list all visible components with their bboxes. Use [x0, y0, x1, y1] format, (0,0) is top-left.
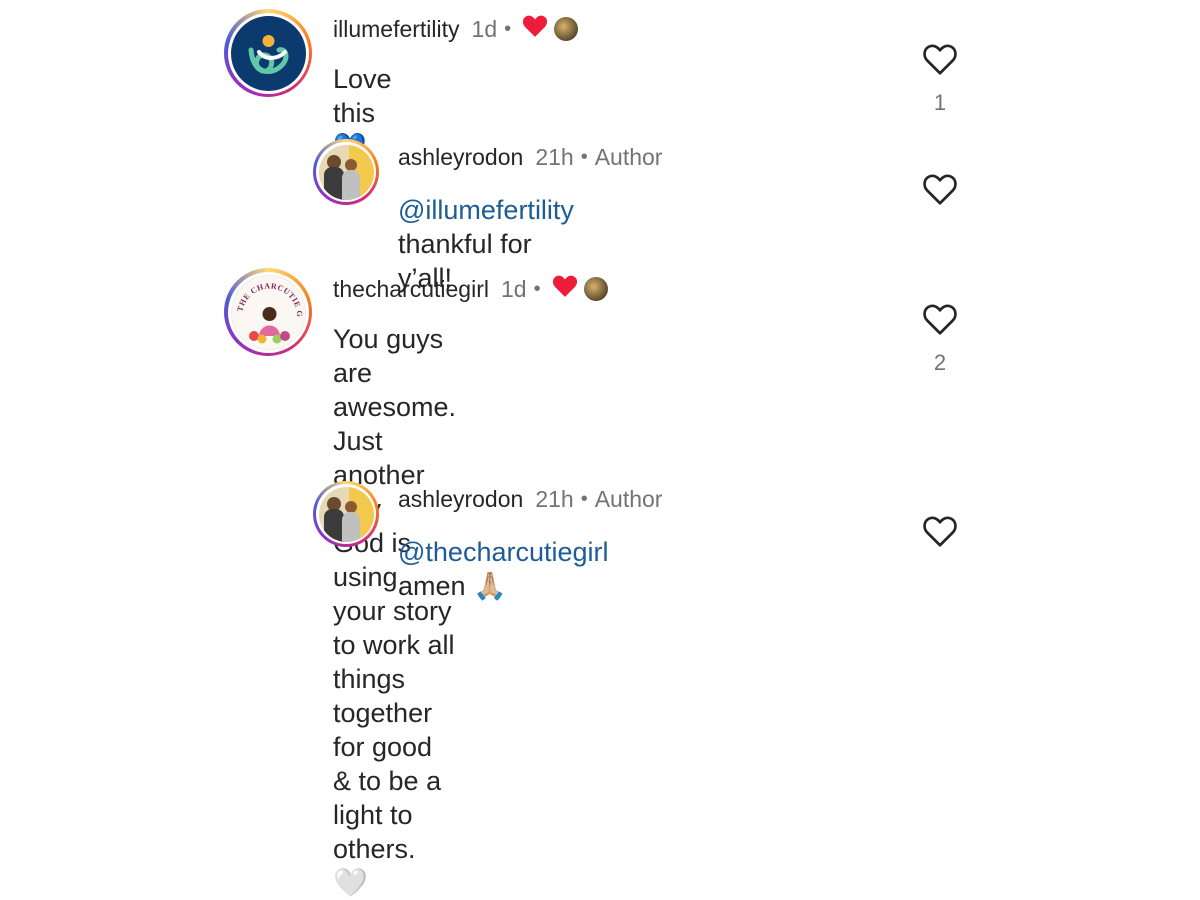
like-count[interactable]: 1	[922, 90, 958, 116]
timestamp[interactable]: 1d	[472, 16, 498, 43]
red-heart-icon	[522, 14, 548, 44]
avatar-ashleyrodon[interactable]	[313, 139, 379, 205]
heart-outline-icon	[923, 44, 957, 75]
heart-outline-icon	[923, 516, 957, 547]
like-button[interactable]	[922, 302, 958, 336]
timestamp[interactable]: 21h	[535, 486, 573, 513]
timestamp[interactable]: 1d	[501, 276, 527, 303]
comment-body: amen	[398, 571, 466, 601]
username[interactable]: ashleyrodon	[398, 144, 523, 171]
comment-meta: ashleyrodon 21h • Author	[398, 144, 662, 171]
like-button[interactable]	[922, 514, 958, 548]
username[interactable]: illumefertility	[333, 16, 460, 43]
mention-link[interactable]: @thecharcutiegirl	[398, 537, 609, 567]
like-button[interactable]	[922, 172, 958, 206]
illume-logo-icon	[248, 34, 288, 74]
red-heart-icon	[552, 274, 578, 304]
avatar-illumefertility[interactable]	[224, 9, 312, 97]
separator-dot: •	[580, 146, 588, 168]
username[interactable]: ashleyrodon	[398, 486, 523, 513]
creator-avatar-icon	[554, 17, 579, 41]
comment-meta: ashleyrodon 21h • Author	[398, 486, 662, 513]
comment-text: You guys are awesome. Just another way G…	[333, 322, 456, 900]
avatar-thecharcutiegirl[interactable]: THE CHARCUTIE GIRL	[224, 268, 312, 356]
heart-outline-icon	[923, 304, 957, 335]
praying-hands-emoji: 🙏🏼	[473, 571, 507, 601]
timestamp[interactable]: 21h	[535, 144, 573, 171]
creator-avatar-icon	[583, 277, 608, 301]
comment-meta: illumefertility 1d •	[333, 14, 579, 44]
separator-dot: •	[580, 488, 588, 510]
comment-text: @thecharcutiegirl amen 🙏🏼	[398, 535, 609, 603]
mention-link[interactable]: @illumefertility	[398, 195, 574, 225]
heart-outline-icon	[923, 174, 957, 205]
separator-dot: •	[533, 277, 541, 300]
charcutie-girl-logo-icon: THE CHARCUTIE GIRL	[232, 276, 303, 343]
author-label: Author	[594, 144, 663, 170]
username[interactable]: thecharcutiegirl	[333, 276, 489, 303]
white-heart-emoji: 🤍	[333, 867, 368, 898]
author-label: Author	[594, 486, 663, 512]
comment-line: together for good & to be a light to oth…	[333, 698, 442, 864]
separator-dot: •	[504, 17, 512, 40]
comment-meta: thecharcutiegirl 1d •	[333, 274, 608, 304]
avatar-ashleyrodon[interactable]	[313, 481, 379, 547]
like-button[interactable]	[922, 42, 958, 76]
like-count[interactable]: 2	[922, 350, 958, 376]
